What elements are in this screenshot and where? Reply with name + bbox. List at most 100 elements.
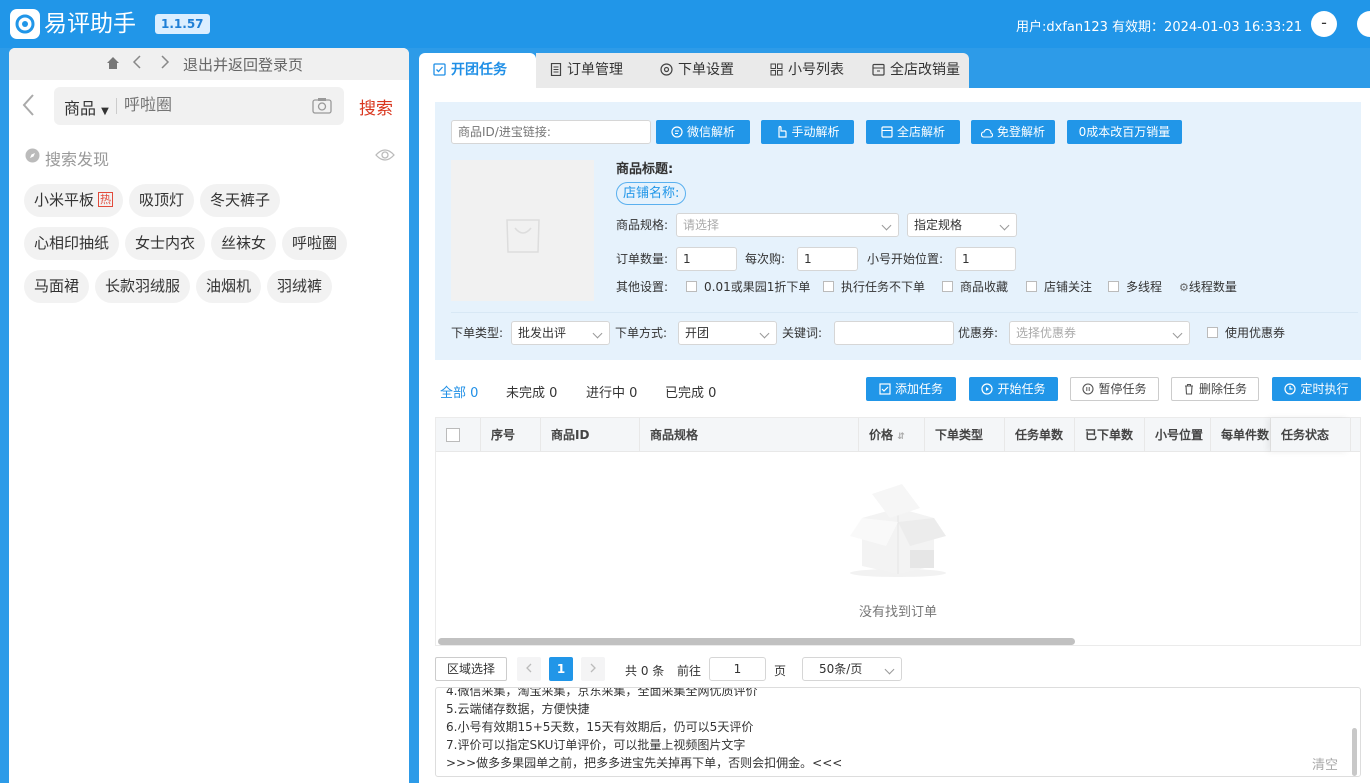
cloud-icon xyxy=(980,128,994,138)
tab-account-list[interactable]: 小号列表 xyxy=(756,53,858,88)
wechat-parse-button[interactable]: 微信解析 xyxy=(656,120,750,144)
search-type-dropdown[interactable]: 商品 ▼ xyxy=(64,95,109,119)
close-button[interactable] xyxy=(1357,11,1370,37)
logout-link[interactable]: 退出并返回登录页 xyxy=(183,54,303,75)
filter-running[interactable]: 进行中 0 xyxy=(586,382,637,401)
checkbox[interactable] xyxy=(1207,327,1218,338)
order-type-select[interactable]: 批发出评 xyxy=(511,321,610,345)
task-form: 微信解析 手动解析 全店解析 免登解析 0成本改百万销量 商品标题: 店铺名称:… xyxy=(435,102,1361,360)
order-method-value: 开团 xyxy=(685,326,710,340)
search-tag[interactable]: 吸顶灯 xyxy=(129,184,195,217)
column-header-price[interactable]: 价格 ⇵ xyxy=(859,418,925,452)
search-tag[interactable]: 心相印抽纸 xyxy=(24,227,120,260)
store-parse-button[interactable]: 全店解析 xyxy=(866,120,960,144)
option-no-order[interactable]: 执行任务不下单 xyxy=(823,275,925,299)
option-follow-store[interactable]: 店铺关注 xyxy=(1026,275,1092,299)
forward-arrow-icon[interactable] xyxy=(160,54,170,74)
thread-count-label: 线程数量 xyxy=(1188,280,1237,294)
pause-task-button[interactable]: 暂停任务 xyxy=(1070,377,1159,401)
compass-icon xyxy=(25,148,40,167)
checkbox[interactable] xyxy=(942,281,953,292)
add-task-button[interactable]: 添加任务 xyxy=(866,377,956,401)
checkbox[interactable] xyxy=(1108,281,1119,292)
app-name: 易评助手 xyxy=(44,11,136,37)
notes-scrollbar[interactable] xyxy=(1352,728,1357,776)
camera-icon[interactable] xyxy=(312,97,332,118)
login-free-parse-button[interactable]: 免登解析 xyxy=(971,120,1055,144)
goto-page-input[interactable]: 1 xyxy=(709,657,766,681)
keyword-input[interactable] xyxy=(834,321,954,345)
search-tag[interactable]: 长款羽绒服 xyxy=(95,270,191,303)
filter-all[interactable]: 全部 0 xyxy=(440,382,478,401)
goto-label: 前往 xyxy=(677,664,702,678)
filter-undone[interactable]: 未完成 0 xyxy=(506,382,557,401)
boost-sales-button[interactable]: 0成本改百万销量 xyxy=(1067,120,1182,144)
search-tag[interactable]: 油烟机 xyxy=(196,270,262,303)
product-url-input[interactable] xyxy=(451,120,651,144)
shopping-bag-icon xyxy=(505,218,540,253)
per-buy-input[interactable]: 1 xyxy=(797,247,858,271)
column-header: 任务状态 xyxy=(1271,418,1351,452)
search-divider xyxy=(116,98,117,114)
option-fruit-discount[interactable]: 0.01或果园1折下单 xyxy=(686,275,810,299)
manual-parse-button[interactable]: 手动解析 xyxy=(761,120,854,144)
order-count-input[interactable]: 1 xyxy=(676,247,737,271)
tab-label: 小号列表 xyxy=(788,62,844,78)
order-method-select[interactable]: 开团 xyxy=(678,321,777,345)
spec-select[interactable]: 请选择 xyxy=(676,213,899,237)
column-header: 下单类型 xyxy=(925,418,1005,452)
back-arrow-icon[interactable] xyxy=(132,54,142,74)
option-favorite[interactable]: 商品收藏 xyxy=(942,275,1008,299)
column-header: 已下单数 xyxy=(1075,418,1145,452)
search-tag[interactable]: 羽绒裤 xyxy=(267,270,333,303)
select-all-checkbox[interactable] xyxy=(446,428,460,442)
coupon-select[interactable]: 选择优惠券 xyxy=(1009,321,1190,345)
filter-count: 0 xyxy=(470,386,479,401)
use-coupon-option[interactable]: 使用优惠券 xyxy=(1207,321,1285,345)
clear-button[interactable]: 清空 xyxy=(1312,754,1338,773)
search-tag[interactable]: 马面裙 xyxy=(24,270,90,303)
shop-name-badge: 店铺名称: xyxy=(616,182,687,205)
next-page-button[interactable] xyxy=(581,657,605,681)
option-multithread[interactable]: 多线程 xyxy=(1108,275,1162,299)
tab-label: 开团任务 xyxy=(451,62,507,78)
tab-store-sales[interactable]: 全店改销量 xyxy=(858,53,969,88)
thread-count[interactable]: ⚙线程数量 xyxy=(1179,275,1237,300)
home-icon[interactable] xyxy=(106,56,120,74)
filter-done[interactable]: 已完成 0 xyxy=(665,382,716,401)
tab-group-task[interactable]: 开团任务 xyxy=(419,53,536,88)
search-back-icon[interactable] xyxy=(21,92,35,125)
checkbox[interactable] xyxy=(1026,281,1037,292)
spec-mode-select[interactable]: 指定规格 xyxy=(907,213,1017,237)
search-tag[interactable]: 丝袜女 xyxy=(211,227,277,260)
tab-order-management[interactable]: 订单管理 xyxy=(536,53,646,88)
sort-icon[interactable]: ⇵ xyxy=(897,432,905,442)
page-number-current[interactable]: 1 xyxy=(549,657,573,681)
search-tag[interactable]: 冬天裤子 xyxy=(200,184,281,217)
region-select-button[interactable]: 区域选择 xyxy=(435,657,507,681)
page-size-select[interactable]: 50条/页 xyxy=(802,657,902,681)
page-unit-label: 页 xyxy=(774,664,787,678)
search-input[interactable] xyxy=(124,95,294,114)
horizontal-scrollbar[interactable] xyxy=(438,638,1075,645)
minimize-button[interactable]: - xyxy=(1311,11,1337,37)
checkbox[interactable] xyxy=(686,281,697,292)
filter-label: 未完成 xyxy=(506,386,546,401)
checkbox[interactable] xyxy=(823,281,834,292)
tab-order-settings[interactable]: 下单设置 xyxy=(646,53,756,88)
notes-panel[interactable]: 4.微信采集，淘宝采集，京东采集，全面采集全网优质评价 5.云端储存数据，方便快… xyxy=(435,687,1361,777)
eye-icon[interactable] xyxy=(375,148,395,166)
search-tag[interactable]: 呼啦圈 xyxy=(282,227,348,260)
search-button[interactable]: 搜索 xyxy=(359,94,393,119)
delete-task-button[interactable]: 删除任务 xyxy=(1171,377,1259,401)
search-tag[interactable]: 小米平板热 xyxy=(24,184,124,217)
prev-page-button[interactable] xyxy=(517,657,541,681)
button-label: 手动解析 xyxy=(791,125,840,139)
chevron-down-icon xyxy=(592,328,603,339)
search-tag[interactable]: 女士内衣 xyxy=(125,227,206,260)
start-position-input[interactable]: 1 xyxy=(955,247,1016,271)
schedule-button[interactable]: 定时执行 xyxy=(1272,377,1361,401)
per-buy-label: 每次购: xyxy=(745,252,786,266)
start-task-button[interactable]: 开始任务 xyxy=(969,377,1058,401)
note-line: 6.小号有效期15+5天数，15天有效期后，仍可以5天评价 xyxy=(446,720,754,734)
